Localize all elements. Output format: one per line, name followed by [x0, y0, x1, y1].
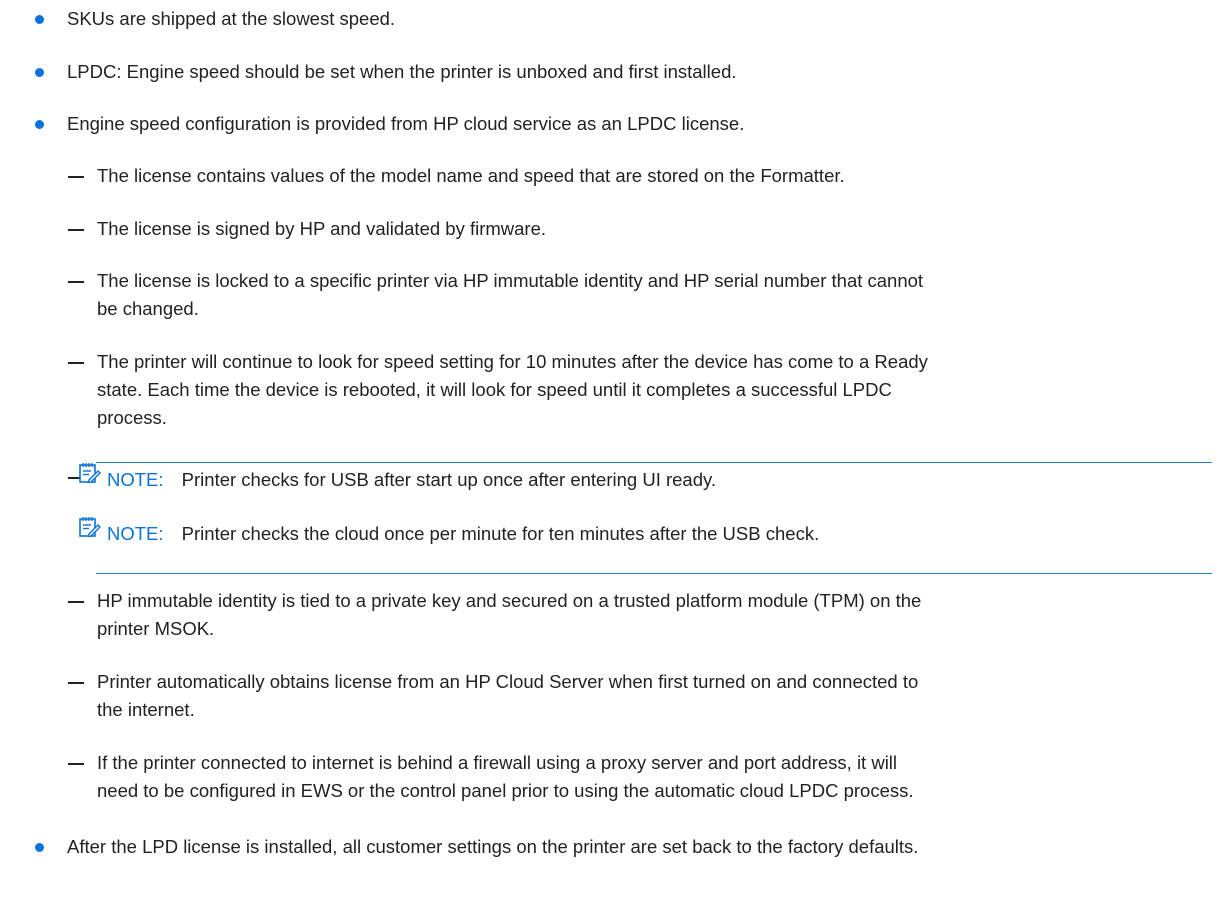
- note-label: NOTE:: [107, 469, 164, 490]
- bullet-marker: [35, 843, 44, 852]
- sub-list-item: The license contains values of the model…: [97, 165, 845, 186]
- list-item: LPDC: Engine speed should be set when th…: [67, 61, 737, 82]
- list-item: Engine speed configuration is provided f…: [67, 113, 745, 134]
- sub-list-item-line: The printer will continue to look for sp…: [97, 351, 928, 372]
- note-line: NOTE: Printer checks for USB after start…: [107, 466, 716, 494]
- sub-list-item-line: Printer automatically obtains license fr…: [97, 671, 919, 692]
- sub-list-item-line: state. Each time the device is rebooted,…: [97, 379, 892, 400]
- note-text: Printer checks the cloud once per minute…: [181, 523, 820, 544]
- bullet-marker: [35, 120, 44, 129]
- bullet-marker: [35, 68, 44, 77]
- sub-list-item-line: process.: [97, 407, 167, 428]
- dash-marker: [68, 763, 84, 765]
- bullet-marker: [35, 15, 44, 24]
- note-line: NOTE: Printer checks the cloud once per …: [107, 520, 819, 548]
- dash-marker: [68, 229, 84, 231]
- dash-marker: [68, 682, 84, 684]
- note-icon: [79, 516, 101, 538]
- sub-list-item-line: HP immutable identity is tied to a priva…: [97, 590, 922, 611]
- sub-list-item-line: If the printer connected to internet is …: [97, 752, 898, 773]
- sub-list-item-line: printer MSOK.: [97, 618, 215, 639]
- note-label: NOTE:: [107, 523, 164, 544]
- sub-list-item-line: the internet.: [97, 699, 195, 720]
- dash-marker: [68, 362, 84, 364]
- note-text: Printer checks for USB after start up on…: [181, 469, 717, 490]
- document-page: SKUs are shipped at the slowest speed. L…: [0, 0, 1222, 907]
- list-item: After the LPD license is installed, all …: [67, 836, 919, 857]
- dash-marker: [68, 601, 84, 603]
- sub-list-item-line: The license is locked to a specific prin…: [97, 270, 924, 291]
- dash-marker: [68, 176, 84, 178]
- sub-list-item: The license is signed by HP and validate…: [97, 218, 547, 239]
- dash-marker: [68, 281, 84, 283]
- sub-list-item-line: be changed.: [97, 298, 199, 319]
- list-item: SKUs are shipped at the slowest speed.: [67, 8, 396, 29]
- sub-list-item-line: need to be configured in EWS or the cont…: [97, 780, 914, 801]
- note-icon: [79, 462, 101, 484]
